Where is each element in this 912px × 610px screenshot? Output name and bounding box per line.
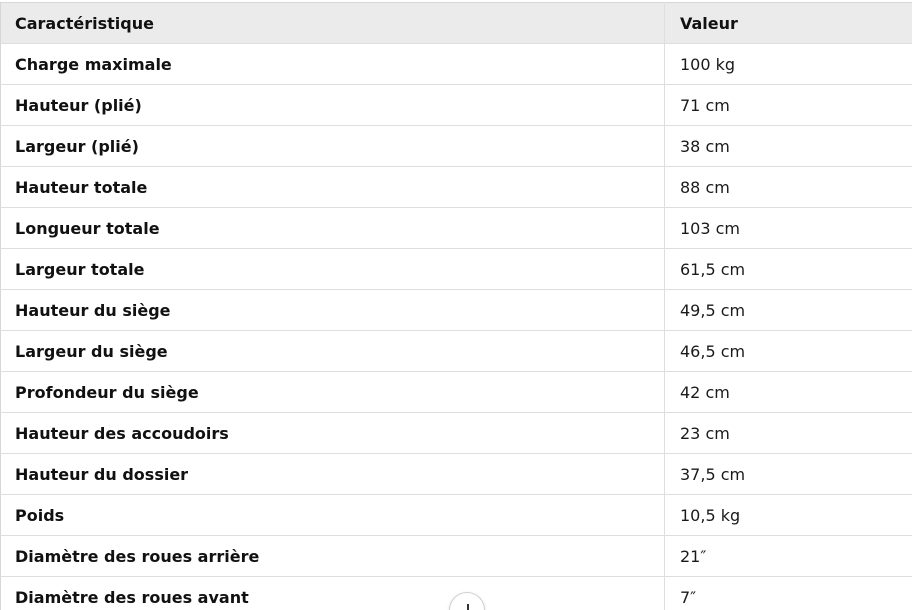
table-row: Largeur du siège 46,5 cm [0,330,912,372]
row-value: 23 cm [664,412,912,454]
table-row: Charge maximale 100 kg [0,43,912,85]
row-label: Diamètre des roues arrière [0,535,665,577]
row-value: 100 kg [664,43,912,85]
row-label: Largeur totale [0,248,665,290]
row-label: Charge maximale [0,43,665,85]
row-value: 88 cm [664,166,912,208]
row-value: 10,5 kg [664,494,912,536]
arrow-down-icon [467,604,469,610]
row-label: Hauteur du siège [0,289,665,331]
row-value: 46,5 cm [664,330,912,372]
table-header-row: Caractéristique Valeur [0,2,912,44]
table-row: Hauteur (plié) 71 cm [0,84,912,126]
spec-table: Caractéristique Valeur Charge maximale 1… [0,2,912,610]
table-row: Largeur totale 61,5 cm [0,248,912,290]
table-row: Poids 10,5 kg [0,494,912,536]
row-value: 7″ [664,576,912,610]
row-label: Diamètre des roues avant [0,576,665,610]
row-label: Hauteur (plié) [0,84,665,126]
row-label: Longueur totale [0,207,665,249]
row-value: 49,5 cm [664,289,912,331]
row-value: 21″ [664,535,912,577]
row-value: 103 cm [664,207,912,249]
row-value: 61,5 cm [664,248,912,290]
page: Caractéristique Valeur Charge maximale 1… [0,0,912,610]
row-label: Poids [0,494,665,536]
row-label: Hauteur du dossier [0,453,665,495]
table-row: Longueur totale 103 cm [0,207,912,249]
table-row: Hauteur du dossier 37,5 cm [0,453,912,495]
table-row: Hauteur totale 88 cm [0,166,912,208]
table-row: Largeur (plié) 38 cm [0,125,912,167]
row-label: Profondeur du siège [0,371,665,413]
table-row: Hauteur du siège 49,5 cm [0,289,912,331]
column-header-valeur: Valeur [664,2,912,44]
table-row: Hauteur des accoudoirs 23 cm [0,412,912,454]
row-label: Largeur du siège [0,330,665,372]
row-label: Hauteur des accoudoirs [0,412,665,454]
table-row: Profondeur du siège 42 cm [0,371,912,413]
column-header-caracteristique: Caractéristique [0,2,665,44]
row-value: 38 cm [664,125,912,167]
row-value: 42 cm [664,371,912,413]
row-value: 71 cm [664,84,912,126]
table-row: Diamètre des roues arrière 21″ [0,535,912,577]
row-label: Largeur (plié) [0,125,665,167]
row-value: 37,5 cm [664,453,912,495]
row-label: Hauteur totale [0,166,665,208]
